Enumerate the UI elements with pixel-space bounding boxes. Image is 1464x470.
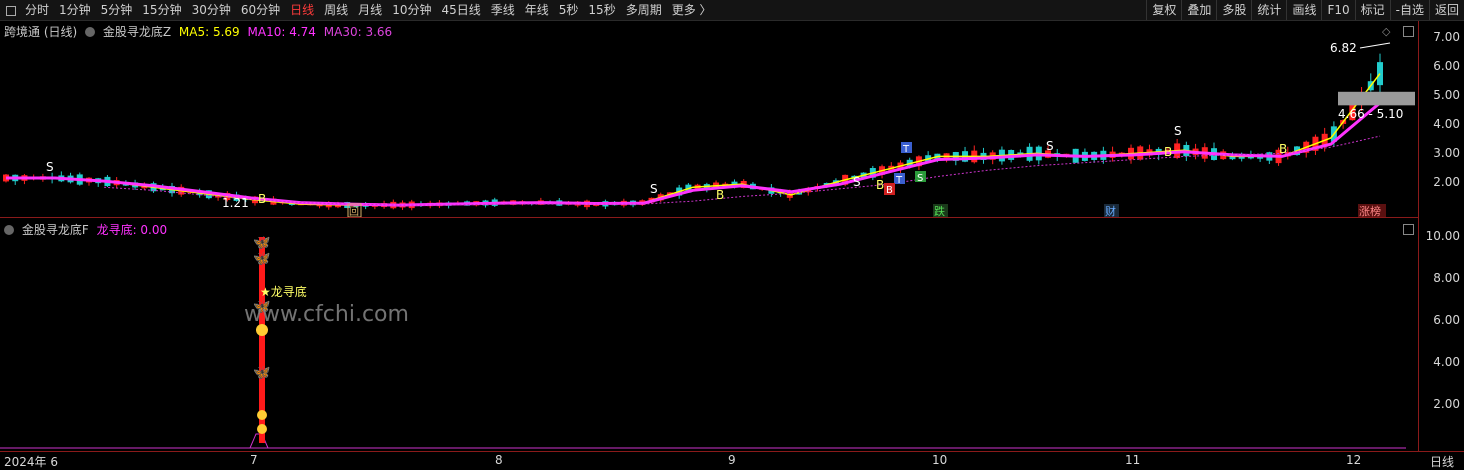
sell-marker: S — [1046, 139, 1054, 153]
indicator-yaxis: 10.00 8.00 6.00 4.00 2.00 — [1420, 219, 1464, 449]
y-tick-label: 2.00 — [1433, 175, 1460, 189]
x-tick-label: 2024年 6 — [4, 455, 58, 469]
range-price-label: 4.66 - 5.10 — [1338, 107, 1403, 121]
b-marker: B — [886, 185, 893, 196]
period-tab-2[interactable]: 5分钟 — [96, 2, 138, 18]
period-tab-10[interactable]: 45日线 — [436, 2, 485, 18]
gold-coin-icon — [257, 424, 267, 434]
period-tab-11[interactable]: 季线 — [486, 2, 520, 18]
sell-marker: S — [46, 160, 54, 174]
period-tab-12[interactable]: 年线 — [520, 2, 554, 18]
toolbar-button-6[interactable]: 标记 — [1354, 0, 1390, 20]
y-tick-label: 7.00 — [1433, 30, 1460, 44]
sell-marker: S — [650, 182, 658, 196]
period-tab-13[interactable]: 5秒 — [554, 2, 584, 18]
x-tick-label: 8 — [495, 453, 503, 467]
toolbar-button-7[interactable]: -自选 — [1389, 0, 1429, 20]
x-tick-label: 11 — [1125, 453, 1141, 467]
buy-marker: B — [258, 192, 266, 206]
y-tick-label: 4.00 — [1433, 355, 1460, 369]
watermark: www.cfchi.com — [244, 302, 409, 327]
right-toolbar: 复权 叠加 多股 统计 画线 F10 标记 -自选 返回 — [1146, 0, 1464, 20]
ma-line-ma5 — [6, 73, 1381, 206]
ma-line-ma10 — [6, 101, 1381, 207]
butterfly-icon: 🦋 — [253, 251, 271, 267]
toolbar-button-4[interactable]: 画线 — [1286, 0, 1321, 20]
toolbar-button-0[interactable]: 复权 — [1146, 0, 1181, 20]
period-tab-7[interactable]: 周线 — [319, 2, 353, 18]
t-marker: T — [902, 144, 910, 155]
x-tick-label: 12 — [1346, 453, 1362, 467]
y-tick-label: 10.00 — [1425, 229, 1460, 243]
cai-marker: 财 — [1105, 204, 1116, 218]
buy-marker: B — [1279, 142, 1287, 156]
period-tab-16[interactable]: 更多 〉 — [667, 2, 717, 18]
period-tab-9[interactable]: 10分钟 — [387, 2, 436, 18]
butterfly-icon: 🦋 — [253, 365, 271, 381]
toolbar-button-3[interactable]: 统计 — [1251, 0, 1286, 20]
axis-divider — [1418, 21, 1419, 451]
period-tab-14[interactable]: 15秒 — [583, 2, 620, 18]
period-tab-6[interactable]: 日线 — [285, 2, 319, 18]
indicator-panel: 金股寻龙底F 龙寻底: 0.00 🦋 🦋 🦋 🦋 ★龙寻底 — [0, 219, 1418, 449]
sell-marker: S — [853, 175, 861, 189]
toolbar-button-2[interactable]: 多股 — [1216, 0, 1251, 20]
buy-marker: B — [876, 178, 884, 192]
x-tick-label: 7 — [250, 453, 258, 467]
zhang-marker: 涨榜 — [1359, 204, 1381, 218]
period-label: 日线 — [1430, 455, 1455, 469]
toolbar-button-8[interactable]: 返回 — [1428, 0, 1464, 20]
period-tab-4[interactable]: 30分钟 — [187, 2, 236, 18]
low-price-label: 1.21 — [222, 196, 249, 210]
period-toolbar: 分时 1分钟 5分钟 15分钟 30分钟 60分钟 日线 周线 月线 10分钟 45日线 季线 年线 5秒… — [0, 0, 1464, 21]
diamond-icon[interactable]: ◇ — [1382, 25, 1390, 38]
panel-max-icon[interactable] — [1403, 224, 1414, 235]
buy-marker: B — [1164, 145, 1172, 159]
panel-max-icon[interactable] — [1403, 26, 1414, 37]
y-tick-label: 4.00 — [1433, 117, 1460, 131]
x-tick-label: 10 — [932, 453, 948, 467]
die-marker: 跌 — [934, 204, 945, 218]
buy-marker: B — [716, 188, 724, 202]
butterfly-icon: 🦋 — [253, 235, 271, 251]
toolbar-button-1[interactable]: 叠加 — [1181, 0, 1216, 20]
signal-label: ★龙寻底 — [260, 284, 307, 299]
y-tick-label: 5.00 — [1433, 88, 1460, 102]
gold-coin-icon — [257, 410, 267, 420]
sell-marker: S — [1174, 124, 1182, 138]
y-tick-label: 2.00 — [1433, 397, 1460, 411]
high-price-label: 6.82 — [1330, 41, 1357, 55]
y-tick-label: 6.00 — [1433, 313, 1460, 327]
price-chart[interactable]: 6.821.214.66 - 5.10SS SSSB BBB BTTBS回跌财涨榜 — [0, 21, 1418, 218]
period-tab-15[interactable]: 多周期 — [621, 2, 667, 18]
x-tick-label: 9 — [728, 453, 736, 467]
high-arrow — [1359, 42, 1391, 49]
s-marker: S — [917, 173, 923, 184]
panel-divider — [0, 217, 1418, 218]
indicator-chart[interactable]: 🦋🦋🦋🦋★龙寻底 — [0, 219, 1418, 449]
period-tab-5[interactable]: 60分钟 — [236, 2, 285, 18]
price-yaxis: 7.00 6.00 5.00 4.00 3.00 2.00 — [1420, 21, 1464, 218]
period-tabs: 分时 1分钟 5分钟 15分钟 30分钟 60分钟 日线 周线 月线 10分钟 45日线 季线 年线 5秒… — [4, 2, 717, 18]
period-tab-1[interactable]: 1分钟 — [54, 2, 96, 18]
date-axis: 2024年 6 7 8 9 10 11 12 日线 — [0, 451, 1464, 469]
price-panel: 跨境通 (日线) 金股寻龙底Z MA5: 5.69 MA10: 4.74 MA3… — [0, 21, 1418, 218]
price-range-box — [1338, 91, 1415, 106]
toolbar-button-5[interactable]: F10 — [1321, 0, 1354, 20]
period-tab-8[interactable]: 月线 — [353, 2, 387, 18]
y-tick-label: 3.00 — [1433, 146, 1460, 160]
y-tick-label: 6.00 — [1433, 59, 1460, 73]
period-tab-3[interactable]: 15分钟 — [137, 2, 186, 18]
t-marker: T — [895, 175, 903, 186]
layout-icon[interactable] — [6, 6, 16, 16]
y-tick-label: 8.00 — [1433, 271, 1460, 285]
period-tab-0[interactable]: 分时 — [20, 2, 54, 18]
